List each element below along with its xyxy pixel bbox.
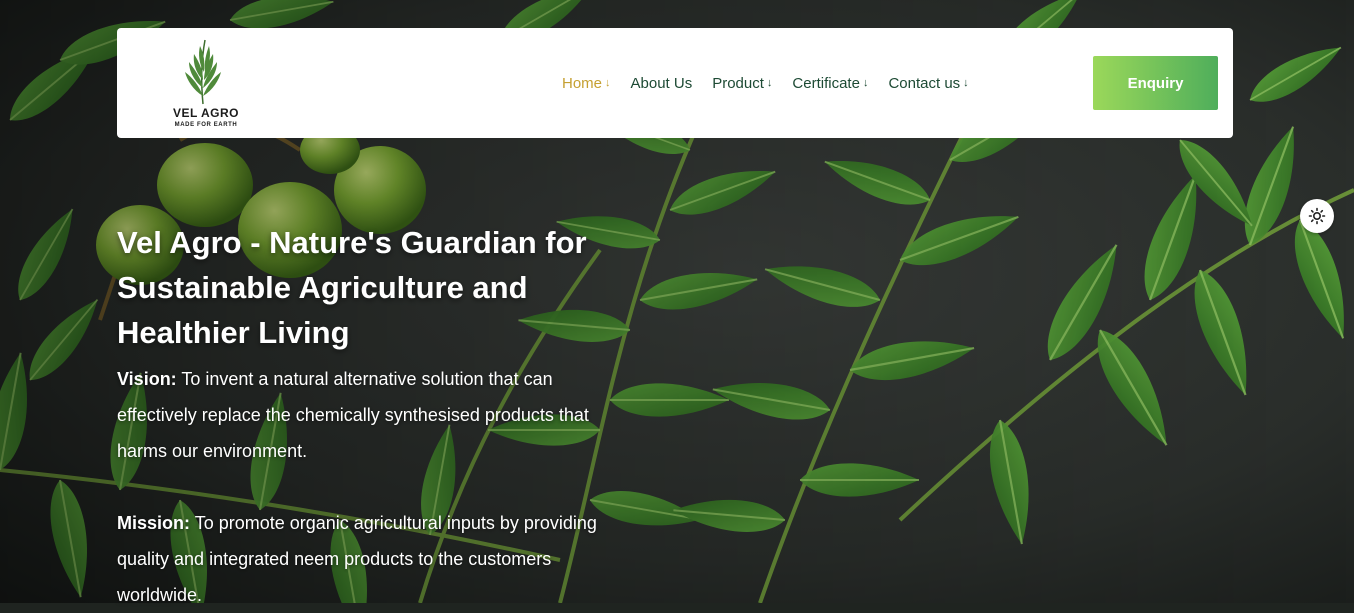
nav-item-label: Certificate — [792, 74, 860, 92]
nav-item-label: Home — [562, 74, 603, 92]
vision-text: To invent a natural alternative solution… — [117, 369, 589, 461]
nav-item-label: Contact us — [888, 74, 961, 92]
nav-item-label: Product — [712, 74, 764, 92]
brand-logo[interactable]: VEL AGRO MADE FOR EARTH — [161, 36, 251, 132]
enquiry-button[interactable]: Enquiry — [1093, 56, 1218, 110]
nav-item-home[interactable]: Home ↓ — [562, 75, 611, 92]
chevron-down-icon: ↓ — [605, 77, 611, 89]
hero-content: Vel Agro - Nature's Guardian for Sustain… — [117, 220, 617, 613]
nav-item-about-us[interactable]: About Us — [631, 75, 693, 92]
brand-name: VEL AGRO — [172, 106, 239, 120]
vision-statement: Vision: To invent a natural alternative … — [117, 361, 617, 469]
neem-leaf-logo-icon — [185, 39, 221, 105]
nav-item-contact-us[interactable]: Contact us ↓ — [888, 75, 968, 92]
site-header: VEL AGRO MADE FOR EARTH Home ↓ About Us … — [117, 28, 1233, 138]
nav-item-label: About Us — [630, 74, 693, 92]
nav-item-certificate[interactable]: Certificate ↓ — [792, 75, 868, 92]
vision-label: Vision: — [117, 369, 177, 389]
chevron-down-icon: ↓ — [766, 77, 773, 89]
hero-headline: Vel Agro - Nature's Guardian for Sustain… — [117, 225, 587, 350]
theme-toggle-button[interactable] — [1300, 199, 1334, 233]
chevron-down-icon: ↓ — [862, 77, 869, 89]
main-nav: Home ↓ About Us Product ↓ Certificate ↓ … — [562, 28, 989, 138]
nav-item-product[interactable]: Product ↓ — [712, 75, 772, 92]
sun-icon — [1308, 207, 1326, 225]
mission-statement: Mission: To promote organic agricultural… — [117, 505, 617, 613]
mission-label: Mission: — [117, 513, 191, 533]
chevron-down-icon: ↓ — [963, 77, 969, 89]
brand-tagline: MADE FOR EARTH — [174, 122, 238, 128]
